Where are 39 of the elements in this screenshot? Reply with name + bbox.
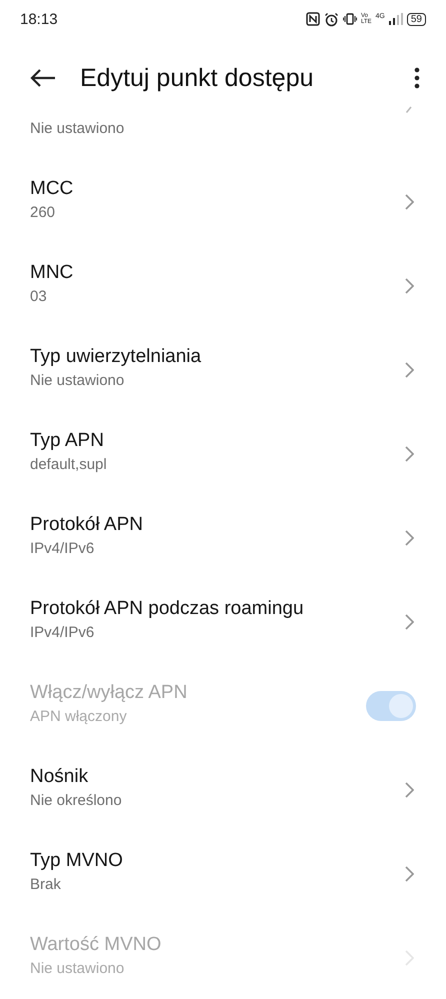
nfc-icon <box>306 12 320 26</box>
back-arrow-icon <box>30 68 56 88</box>
alarm-icon <box>324 12 339 26</box>
setting-row[interactable]: Nośnik Nie określono <box>0 748 446 832</box>
setting-value: Brak <box>30 876 62 892</box>
setting-row[interactable]: Typ MVNO Brak <box>0 832 446 916</box>
vibrate-icon <box>342 12 357 26</box>
status-time: 18:13 <box>20 10 58 28</box>
setting-title: Nośnik <box>30 766 90 788</box>
signal-icon <box>388 13 403 25</box>
setting-title: Protokół APN <box>30 514 144 536</box>
setting-row[interactable]: MCC 260 <box>0 160 446 244</box>
setting-row[interactable]: MNC 03 <box>0 244 446 328</box>
setting-title: Protokół APN podczas roamingu <box>30 598 305 620</box>
setting-row[interactable]: Typ uwierzytelniania Nie ustawiono <box>0 328 446 412</box>
setting-title: Typ MVNO <box>30 850 124 872</box>
setting-title: Typ APN <box>30 430 105 452</box>
setting-title: MCC <box>30 178 74 200</box>
setting-title: MNC <box>30 262 74 284</box>
setting-value: IPv4/IPv6 <box>30 624 96 640</box>
setting-value: IPv4/IPv6 <box>30 540 96 556</box>
setting-value: default,supl <box>30 456 108 472</box>
setting-title: Włącz/wyłącz APN <box>30 682 188 704</box>
setting-title: Typ uwierzytelniania <box>30 346 202 368</box>
more-icon <box>414 67 420 89</box>
setting-title: Wartość MVNO <box>30 934 162 956</box>
setting-value: Nie ustawiono <box>30 120 124 136</box>
setting-value: Nie określono <box>30 792 123 808</box>
setting-value: APN włączony <box>30 708 128 724</box>
setting-row[interactable]: Protokół APN IPv4/IPv6 <box>0 496 446 580</box>
setting-row[interactable]: Protokół APN podczas roamingu IPv4/IPv6 <box>0 580 446 664</box>
setting-value: 260 <box>30 204 56 220</box>
back-button[interactable] <box>30 68 56 88</box>
battery-indicator: 59 <box>406 12 426 26</box>
page-title: Edytuj punkt dostępu <box>80 64 314 92</box>
setting-row[interactable]: Typ APN default,supl <box>0 412 446 496</box>
setting-value: Nie ustawiono <box>30 372 126 388</box>
setting-value: Nie ustawiono <box>30 960 126 976</box>
setting-value: 03 <box>30 288 48 304</box>
